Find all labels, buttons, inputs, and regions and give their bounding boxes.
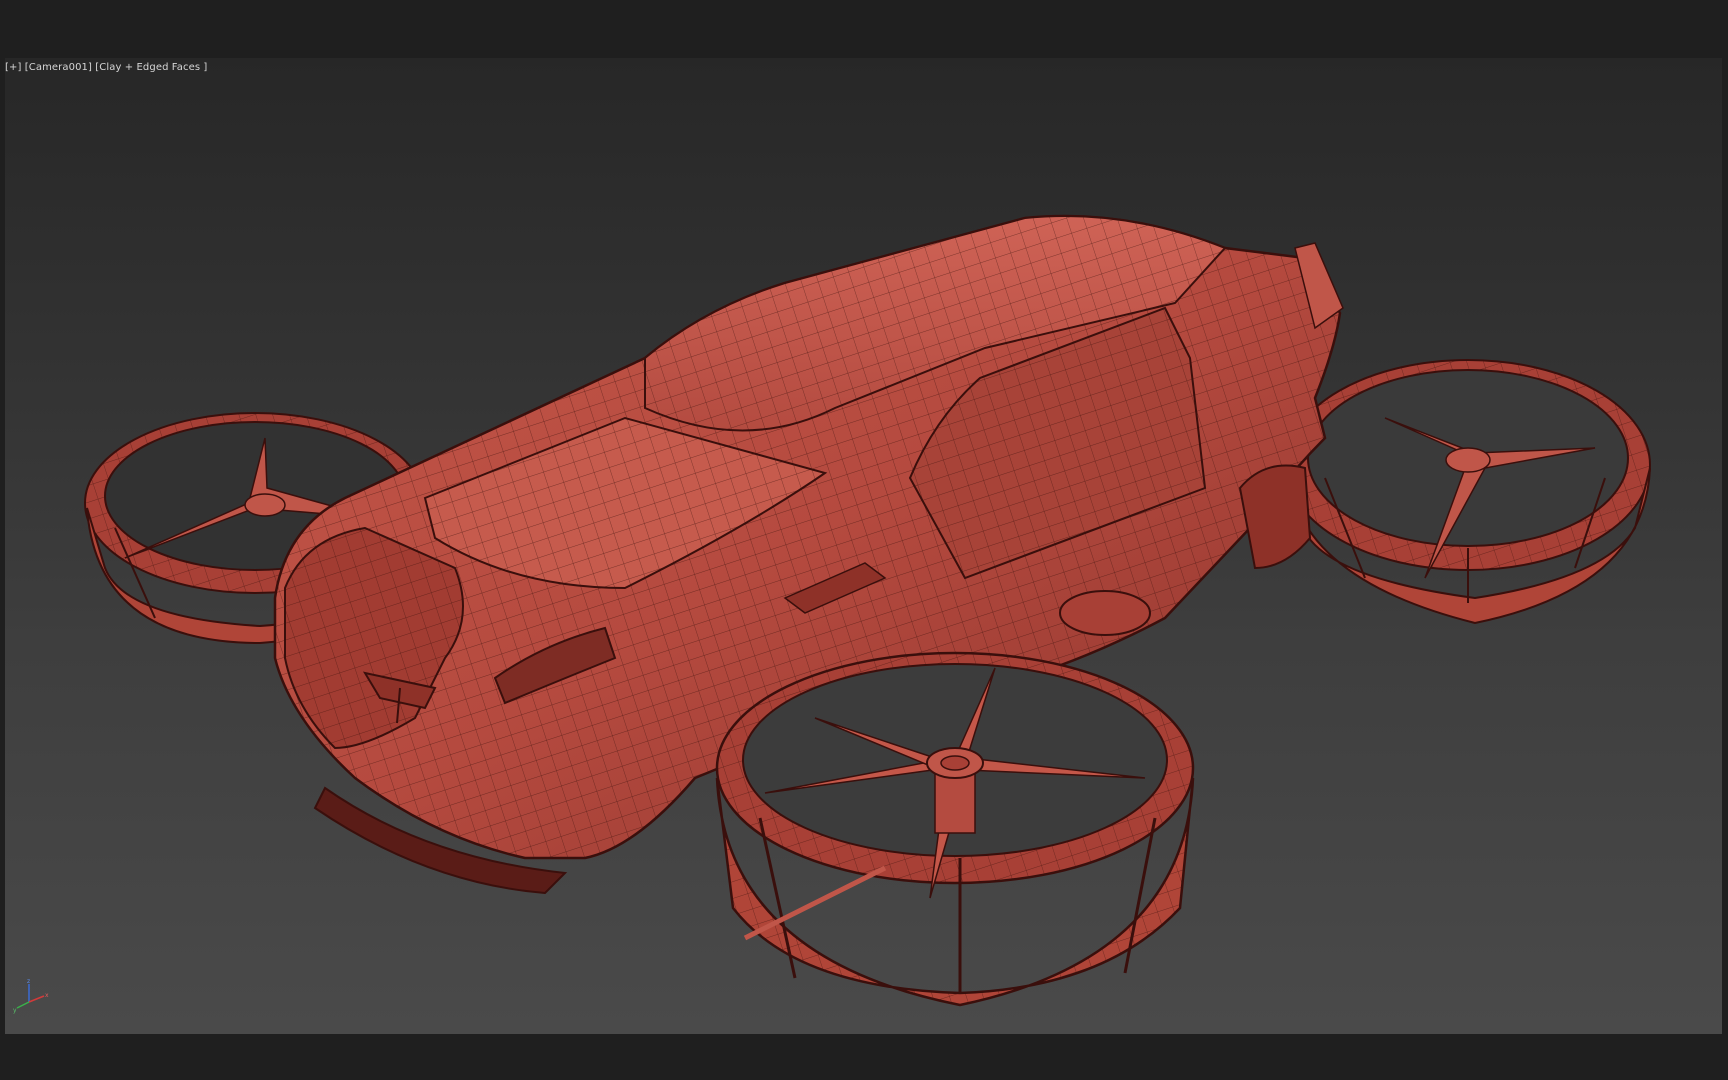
flying-car-model[interactable]: [5, 58, 1722, 1034]
bottom-bar: [0, 1034, 1728, 1080]
viewport-label[interactable]: [+] [Camera001] [Clay + Edged Faces ]: [5, 62, 207, 73]
viewport[interactable]: [+] [Camera001] [Clay + Edged Faces ] z …: [5, 58, 1722, 1034]
axis-x-label: x: [45, 992, 49, 999]
axis-y-label: y: [13, 1007, 17, 1014]
right-strip: [1722, 58, 1728, 1034]
axis-z-label: z: [27, 978, 30, 985]
rotor-rear-right: [1285, 359, 1651, 625]
axis-gizmo-icon: z x y: [13, 978, 49, 1014]
top-bar: [0, 0, 1728, 58]
rotor-front: [715, 651, 1195, 1007]
